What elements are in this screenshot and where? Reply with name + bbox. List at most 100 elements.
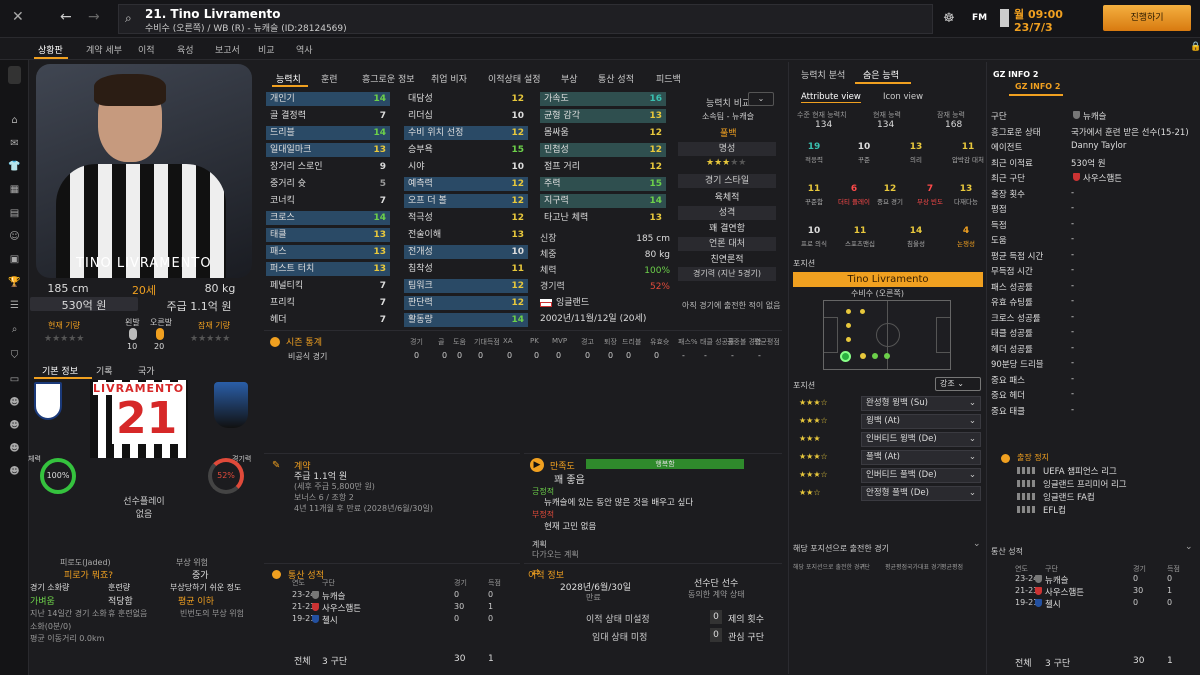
attribute-value: 7 (379, 111, 386, 121)
attr-tab-7[interactable]: 피드백 (656, 72, 681, 85)
tactics-icon[interactable]: ▦ (8, 184, 21, 195)
season-value: 0 (534, 351, 540, 360)
profile-tab-basic[interactable]: 기본 정보 (42, 364, 78, 377)
gz-subtitle[interactable]: GZ INFO 2 (1015, 82, 1060, 91)
schedule-icon[interactable]: ▣ (8, 254, 21, 265)
season-stats-title[interactable]: 시즌 통계 (286, 335, 322, 348)
season-col-header: 드리블 (622, 338, 642, 346)
menu-compare[interactable]: 비교 (258, 43, 275, 56)
back-arrow-icon[interactable]: ← (60, 9, 72, 25)
info-nation: 잉글랜드 (556, 298, 590, 308)
role-dropdown[interactable]: 인버티드 풀백 (De) ⌄ (861, 468, 981, 483)
finance-icon[interactable]: ▭ (8, 374, 21, 385)
menu-overview[interactable]: 상황판 (38, 43, 63, 56)
menu-reports[interactable]: 보고서 (215, 43, 240, 56)
menu-contract[interactable]: 계약 세부 (86, 43, 122, 56)
compare-dropdown[interactable]: ⌄ (748, 92, 774, 106)
transfer-panel: ⇄ 이적 정보 2028년/6월/30일 만료 선수단 선수 동의한 계약 상태… (524, 563, 782, 673)
fm-logo[interactable]: FM (972, 13, 987, 23)
menu-history[interactable]: 역사 (296, 43, 313, 56)
attribute-name: 헤더 (270, 315, 287, 325)
people-icon[interactable]: ☻ (8, 397, 21, 408)
attribute-name: 전개성 (408, 247, 433, 257)
attr-tab-0[interactable]: 능력치 (276, 72, 301, 85)
pitch-left-box (824, 317, 838, 353)
view-attribute[interactable]: Attribute view (801, 92, 861, 103)
data-icon[interactable]: ▤ (8, 208, 21, 219)
people2-icon[interactable]: ☻ (8, 420, 21, 431)
attribute-value: 7 (379, 298, 386, 308)
attribute-row: 침착성 11 (404, 262, 528, 276)
gz-career-apps: 30 (1133, 586, 1144, 595)
attr-tab-5[interactable]: 부상 (561, 72, 578, 85)
menu-development[interactable]: 육성 (177, 43, 194, 56)
search-nav-icon[interactable]: ⌕ (8, 324, 21, 335)
menu-transfer[interactable]: 이적 (138, 43, 155, 56)
season-value: - (731, 351, 734, 360)
attribute-name: 적극성 (408, 213, 433, 223)
profile-tab-nation[interactable]: 국가 (138, 364, 155, 377)
played-collapse-icon[interactable]: ⌄ (973, 539, 981, 549)
attribute-row: 예측력 12 (404, 177, 528, 191)
season-col-header: 경기 (410, 338, 423, 346)
avg-distance: 평균 이동거리 0.0km (30, 634, 105, 643)
window-close-icon[interactable]: ✕ (12, 10, 26, 24)
attr-tab-1[interactable]: 훈련 (321, 72, 338, 85)
settings-icon[interactable]: ☸ (943, 11, 955, 26)
attribute-value: 13 (373, 264, 386, 274)
lock-icon[interactable]: 🔒 (1190, 42, 1200, 52)
calendar-icon[interactable] (1000, 9, 1009, 27)
gz-total-goals: 1 (1167, 656, 1173, 666)
analysis-tab-attributes[interactable]: 능력치 분석 (801, 68, 845, 81)
attribute-row: 장거리 스로인 9 (266, 160, 390, 174)
continue-button[interactable]: 진행하기 (1103, 5, 1191, 31)
attr-tab-6[interactable]: 통산 성적 (598, 72, 634, 85)
competitions-icon[interactable]: 🏆 (8, 277, 21, 288)
season-value: 0 (608, 351, 614, 360)
squad-icon[interactable]: 👕 (8, 161, 21, 172)
attr-tab-2[interactable]: 흥그로운 정보 (362, 72, 415, 85)
profile-tab-record[interactable]: 기록 (96, 364, 113, 377)
ability-val-2: 168 (945, 120, 963, 130)
emphasis-dropdown[interactable]: 강조 ⌄ (935, 377, 981, 391)
role-dropdown[interactable]: 완성형 윙백 (Su) ⌄ (861, 396, 981, 411)
forward-arrow-icon[interactable]: → (88, 9, 100, 25)
role-dropdown[interactable]: 안정형 풀백 (De) ⌄ (861, 486, 981, 501)
attr-tab-3[interactable]: 취업 비자 (431, 72, 467, 85)
interest-value: 0 (713, 630, 719, 640)
club-crest-icon[interactable] (8, 66, 21, 84)
england-flag-icon (540, 299, 552, 307)
hidden-stat-value: 4 (962, 226, 970, 236)
home-icon[interactable]: ⌂ (8, 115, 21, 126)
transfer-title[interactable]: 이적 정보 (528, 568, 564, 581)
role-stars: ★★★☆ (799, 452, 828, 461)
role-dropdown[interactable]: 인버티드 윙백 (De) ⌄ (861, 432, 981, 447)
role-dropdown[interactable]: 풀백 (At) ⌄ (861, 450, 981, 465)
attribute-row: 코너킥 7 (266, 194, 390, 208)
view-icon[interactable]: Icon view (883, 92, 923, 102)
personality-value: 꽤 결연함 (709, 224, 745, 234)
club-crest-icon (1073, 173, 1080, 181)
inbox-icon[interactable]: ✉ (8, 138, 21, 149)
name-bar: Tino Livramento (793, 272, 983, 287)
contract-bonus: 보너스 6 / 조항 2 (294, 493, 354, 502)
people4-icon[interactable]: ☻ (8, 466, 21, 477)
staff-icon[interactable]: ☺ (8, 231, 21, 242)
gz-career-collapse-icon[interactable]: ⌄ (1185, 542, 1193, 552)
role-text: 수비수 (오른쪽) (851, 289, 904, 298)
search-bar[interactable]: ⌕ 21. Tino Livramento 수비수 (오른쪽) / WB (R)… (118, 4, 933, 34)
analysis-tab-hidden[interactable]: 숨은 능력 (863, 68, 899, 81)
attr-tab-4[interactable]: 이적상태 설정 (488, 72, 541, 85)
happiness-bar: 행복함 (586, 459, 744, 469)
attribute-row: 중거리 슛 5 (266, 177, 390, 191)
scouting-icon[interactable]: ☰ (8, 300, 21, 311)
hidden-stat-label: 다재다능 (954, 198, 978, 206)
season-value: 0 (654, 351, 660, 360)
role-name: 인버티드 윙백 (De) (866, 434, 937, 444)
role-dropdown[interactable]: 윙백 (At) ⌄ (861, 414, 981, 429)
profile-panel: TINO LIVRAMENTO 185 cm 20세 80 kg 530억 원 … (28, 62, 260, 672)
people3-icon[interactable]: ☻ (8, 443, 21, 454)
emphasis-label: 강조 (940, 379, 955, 388)
club-icon[interactable]: ⛉ (8, 350, 21, 361)
gz-row-value: - (1071, 327, 1075, 337)
